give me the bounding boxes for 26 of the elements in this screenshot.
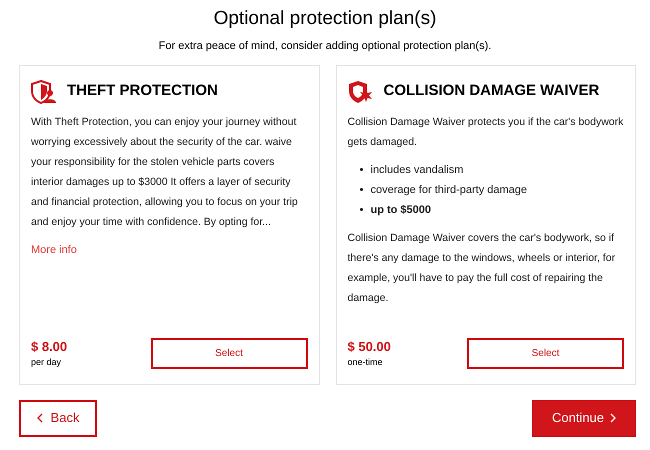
- more-info-link[interactable]: More info: [31, 240, 77, 260]
- chevron-right-icon: [610, 413, 616, 423]
- list-item: includes vandalism: [370, 162, 464, 178]
- select-button[interactable]: Select: [150, 338, 308, 368]
- continue-button[interactable]: Continue: [532, 400, 636, 436]
- price-period: one-time: [348, 356, 384, 369]
- plan-title: COLLISION DAMAGE WAIVER: [384, 81, 600, 102]
- bullet-icon: [360, 188, 362, 191]
- bullet-icon: [360, 168, 362, 171]
- plan-description: Collision Damage Waiver covers the car's bodywork, so if there's any damage to the windows, wheels or interior, for example, you'll have to pay the full cost of repairing the damage.: [348, 230, 616, 306]
- shield-person-icon: [31, 80, 57, 104]
- chevron-left-icon: [36, 413, 43, 423]
- back-button[interactable]: Back: [19, 400, 97, 436]
- plan-description: Collision Damage Waiver protects you if the car's bodywork gets damaged.: [348, 114, 624, 150]
- page-subtitle: For extra peace of mind, consider adding optional protection plan(s).: [158, 39, 492, 54]
- list-item: coverage for third-party damage: [370, 182, 528, 198]
- bullet-icon: [360, 208, 362, 211]
- plan-price: $ 8.00: [31, 338, 68, 356]
- page-title: Optional protection plan(s): [214, 7, 436, 31]
- select-button[interactable]: Select: [467, 338, 624, 368]
- shield-star-icon: [348, 80, 374, 104]
- plan-title: THEFT PROTECTION: [67, 81, 218, 102]
- plan-description: With Theft Protection, you can enjoy your journey without worrying excessively about the security of the car. waive your responsibility for the stolen vehicle parts covers interior damages up to $3000 It offers a layer of security and financial protection, allowing you to focus on your trip and enjoy your time with confidence. By opting for...: [31, 114, 299, 230]
- list-item: up to $5000: [370, 202, 432, 218]
- price-period: per day: [31, 356, 62, 369]
- plan-price: $ 50.00: [348, 338, 391, 356]
